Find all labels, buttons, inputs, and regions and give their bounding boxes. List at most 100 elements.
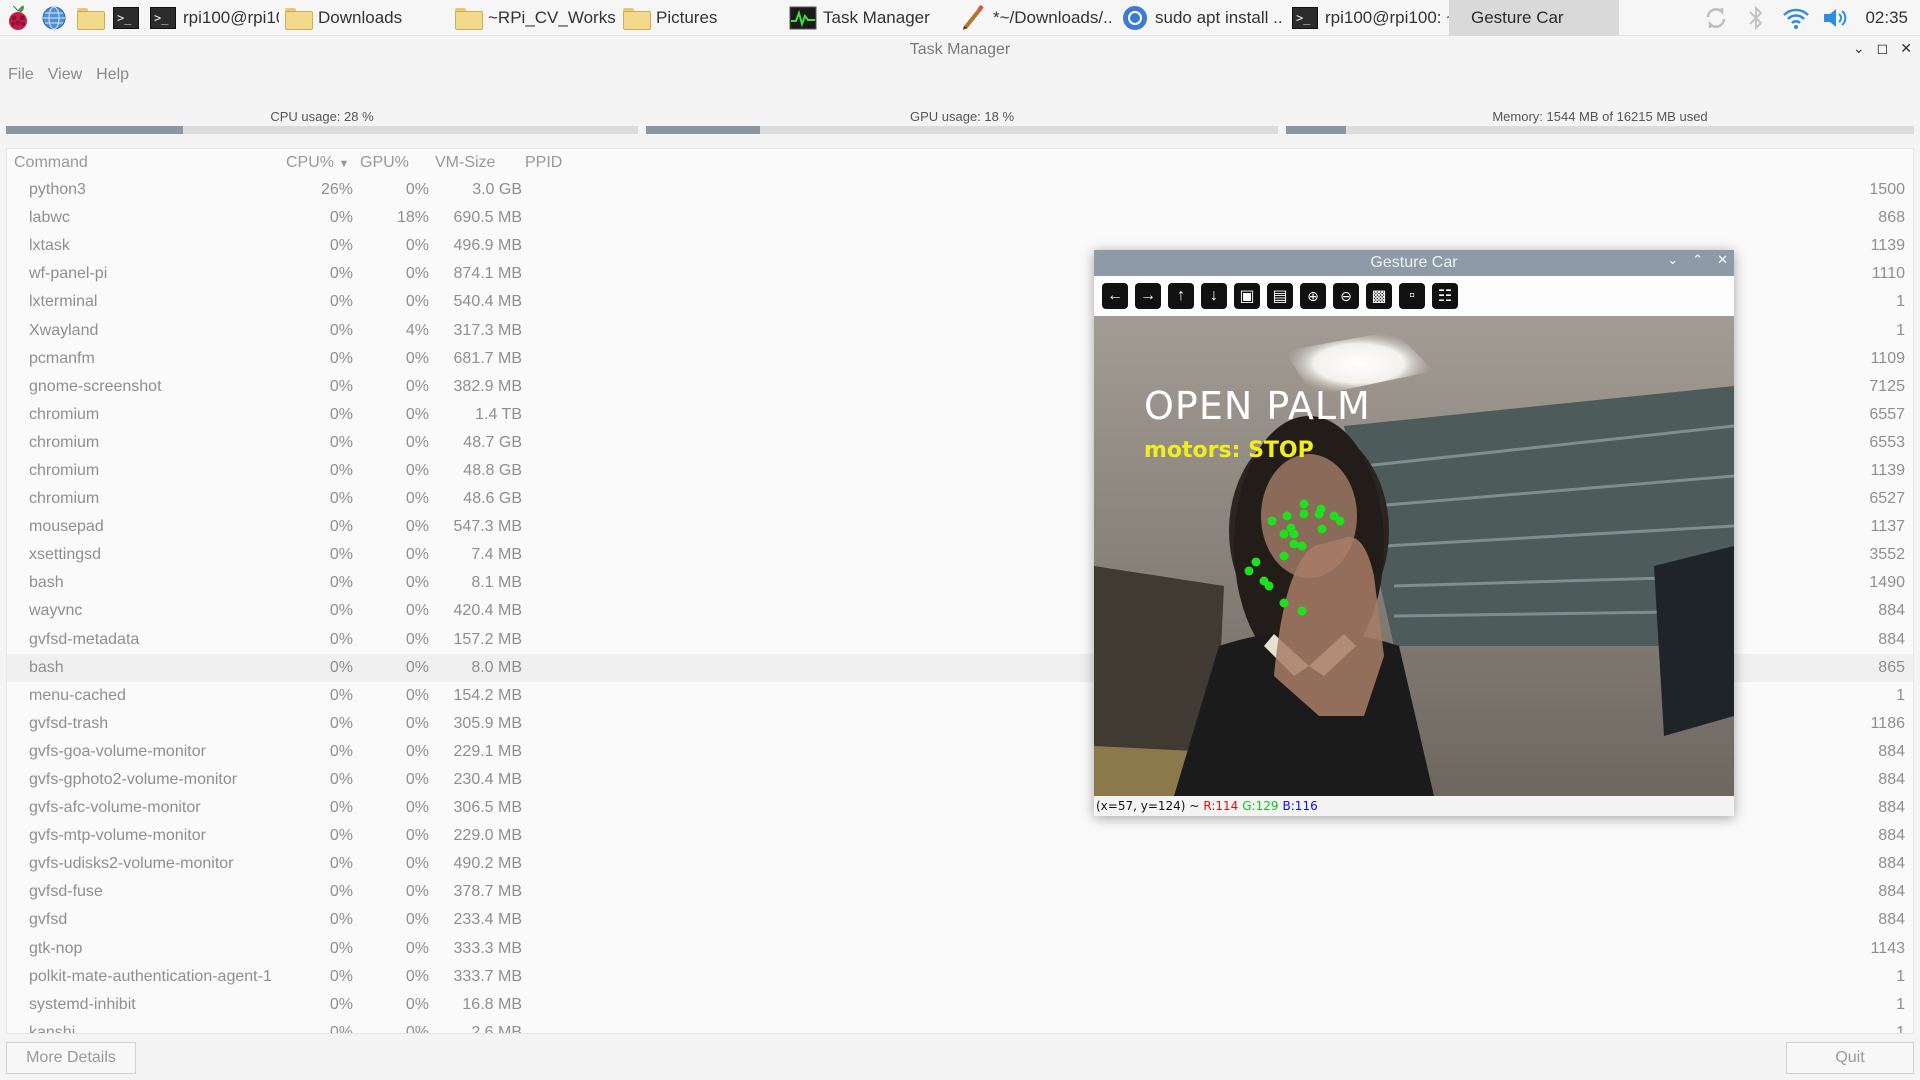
maximize-icon[interactable]: ⌃ xyxy=(1692,252,1703,268)
table-row[interactable]: gvfs-udisks2-volume-monitor 0% 0% 490.2 MB 8… xyxy=(7,850,1913,878)
process-vm-size: 547.3 MB xyxy=(453,518,522,536)
hand-landmark-point xyxy=(1279,551,1289,561)
save-icon[interactable]: ▩ xyxy=(1366,283,1392,309)
gesture-car-titlebar[interactable]: Gesture Car ⌄ ⌃ ✕ xyxy=(1094,250,1734,276)
process-vm-size: 378.7 MB xyxy=(453,883,522,901)
process-cpu: 0% xyxy=(329,433,353,451)
process-gpu: 0% xyxy=(405,827,429,845)
file-manager-launcher[interactable] xyxy=(72,0,108,36)
taskbar-button-downloads[interactable]: Downloads xyxy=(279,0,449,36)
process-vm-size: 333.3 MB xyxy=(453,939,522,957)
web-browser-launcher[interactable] xyxy=(36,0,72,36)
process-gpu: 0% xyxy=(405,658,429,676)
image-icon[interactable]: ▤ xyxy=(1267,283,1293,309)
column-header-vm-size[interactable]: VM-Size xyxy=(435,154,525,172)
close-icon[interactable]: ✕ xyxy=(1900,40,1912,57)
process-vm-size: 3.0 GB xyxy=(472,181,522,199)
taskbar-button-chromium[interactable]: sudo apt install .. xyxy=(1116,0,1286,36)
process-gpu: 0% xyxy=(405,742,429,760)
table-row[interactable]: gtk-nop 0% 0% 333.3 MB 1143 xyxy=(7,935,1913,963)
process-ppid: 1490 xyxy=(1869,574,1905,592)
pixel-status-bar: (x=57, y=124) ~ R:114 G:129 B:116 xyxy=(1094,796,1734,816)
column-header-command[interactable]: Command xyxy=(14,154,88,172)
process-ppid: 884 xyxy=(1878,883,1905,901)
menu-file[interactable]: File xyxy=(8,66,34,84)
more-details-button[interactable]: More Details xyxy=(6,1042,136,1074)
column-header-gpu[interactable]: GPU% xyxy=(360,154,432,172)
zoom-in-icon[interactable]: ⊕ xyxy=(1300,283,1326,309)
terminal-launcher[interactable]: >_ xyxy=(108,0,144,36)
process-ppid: 1143 xyxy=(1870,939,1905,957)
zoom-out-icon[interactable]: ⊖ xyxy=(1333,283,1359,309)
menu-bar: File View Help xyxy=(8,66,129,84)
process-gpu: 0% xyxy=(405,405,429,423)
process-command: gvfs-goa-volume-monitor xyxy=(29,742,206,760)
bluetooth-icon[interactable] xyxy=(1741,3,1771,33)
process-vm-size: 48.8 GB xyxy=(463,461,522,479)
process-vm-size: 490.2 MB xyxy=(453,855,522,873)
column-header-ppid[interactable]: PPID xyxy=(525,154,562,172)
menu-view[interactable]: View xyxy=(48,66,82,84)
arrow-down-icon[interactable]: ↓ xyxy=(1201,283,1227,309)
close-icon[interactable]: ✕ xyxy=(1717,252,1728,268)
maximize-icon[interactable]: ◻ xyxy=(1877,40,1889,57)
minimize-icon[interactable]: ⌄ xyxy=(1667,252,1678,268)
process-command: wayvnc xyxy=(29,602,83,620)
table-row[interactable]: labwc 0% 18% 690.5 MB 868 xyxy=(7,204,1913,232)
process-vm-size: 420.4 MB xyxy=(453,602,522,620)
taskbar-button-label: rpi100@rpi100: .. xyxy=(183,7,279,27)
arrow-right-icon[interactable]: → xyxy=(1135,283,1161,309)
taskbar-button-label: Downloads xyxy=(318,7,403,27)
wifi-icon[interactable] xyxy=(1781,3,1811,33)
gpu-usage-label: GPU usage: 18 % xyxy=(909,109,1015,124)
volume-icon[interactable] xyxy=(1821,3,1851,33)
taskbar-button-pictures[interactable]: Pictures xyxy=(617,0,784,36)
process-command: menu-cached xyxy=(29,686,126,704)
process-ppid: 1 xyxy=(1896,686,1905,704)
minimize-icon[interactable]: ⌄ xyxy=(1853,40,1865,57)
taskbar-button-task-manager[interactable]: Task Manager xyxy=(784,0,954,36)
arrow-up-icon[interactable]: ↑ xyxy=(1168,283,1194,309)
clipboard-icon[interactable]: ▫ xyxy=(1399,283,1425,309)
quit-button[interactable]: Quit xyxy=(1786,1042,1914,1074)
process-ppid: 1 xyxy=(1896,321,1905,339)
process-cpu: 0% xyxy=(329,349,353,367)
update-icon[interactable] xyxy=(1701,3,1731,33)
zoom-fit-icon[interactable]: ▣ xyxy=(1234,283,1260,309)
settings-icon[interactable]: ☷ xyxy=(1432,283,1458,309)
taskbar-button-gesture-car[interactable]: Gesture Car xyxy=(1449,0,1619,36)
process-gpu: 18% xyxy=(396,209,429,227)
image-toolbar: ← → ↑ ↓ ▣ ▤ ⊕ ⊖ ▩ ▫ ☷ xyxy=(1094,276,1734,316)
process-command: lxterminal xyxy=(29,293,98,311)
table-row[interactable]: gvfsd 0% 0% 233.4 MB 884 xyxy=(7,906,1913,934)
camera-view[interactable]: OPEN PALM motors: STOP xyxy=(1094,316,1734,796)
table-row[interactable]: systemd-inhibit 0% 0% 16.8 MB 1 xyxy=(7,991,1913,1019)
menu-help[interactable]: Help xyxy=(96,66,129,84)
process-gpu: 0% xyxy=(405,686,429,704)
table-row[interactable]: polkit-mate-authentication-agent-1 0% 0% 33… xyxy=(7,963,1913,991)
table-row[interactable]: kanshi 0% 0% 2.6 MB 1 xyxy=(7,1019,1913,1034)
table-row[interactable]: python3 26% 0% 3.0 GB 1500 xyxy=(7,176,1913,204)
process-gpu: 0% xyxy=(405,293,429,311)
taskbar-button-label: *~/Downloads/.. xyxy=(993,7,1113,27)
process-command: gvfs-gphoto2-volume-monitor xyxy=(29,771,238,789)
table-row[interactable]: gvfs-mtp-volume-monitor 0% 0% 229.0 MB 884 xyxy=(7,822,1913,850)
taskbar-button-rpi-cv-works[interactable]: ~RPi_CV_Works.. xyxy=(449,0,617,36)
process-vm-size: 48.6 GB xyxy=(463,490,522,508)
memory-usage-bar xyxy=(1286,126,1914,134)
gesture-car-window[interactable]: Gesture Car ⌄ ⌃ ✕ ← → ↑ ↓ ▣ ▤ ⊕ ⊖ ▩ ▫ ☷ xyxy=(1094,250,1734,816)
table-row[interactable]: gvfsd-fuse 0% 0% 378.7 MB 884 xyxy=(7,878,1913,906)
process-cpu: 0% xyxy=(329,518,353,536)
taskbar-button-terminal-1[interactable]: >_ rpi100@rpi100: .. xyxy=(144,0,279,36)
clock[interactable]: 02:35 xyxy=(1865,8,1908,28)
taskbar-button-mousepad[interactable]: *~/Downloads/.. xyxy=(954,0,1116,36)
window-controls: ⌄ ◻ ✕ xyxy=(1853,40,1912,57)
process-ppid: 1110 xyxy=(1871,265,1905,283)
column-header-cpu[interactable]: CPU% ▼ xyxy=(286,154,362,172)
taskbar-button-terminal-2[interactable]: >_ rpi100@rpi100: ~ xyxy=(1286,0,1449,36)
hand-landmark-point xyxy=(1317,524,1327,534)
arrow-left-icon[interactable]: ← xyxy=(1102,283,1128,309)
gpu-usage-meter: GPU usage: 18 % xyxy=(646,108,1278,136)
raspberry-menu-button[interactable] xyxy=(0,0,36,36)
process-gpu: 0% xyxy=(405,1023,429,1034)
